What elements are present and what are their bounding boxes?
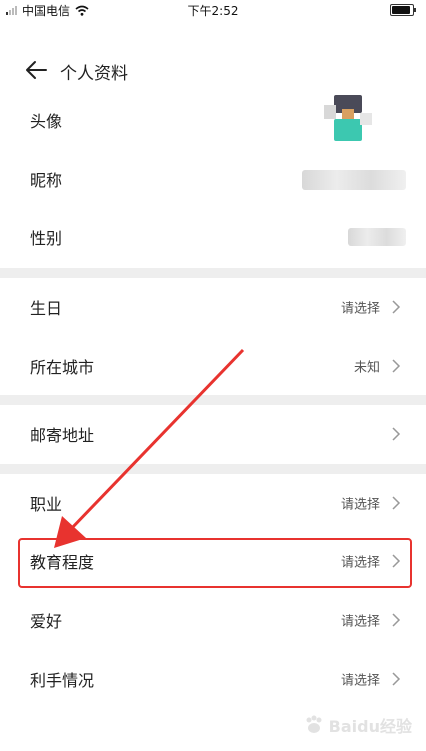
nav-header: 个人资料: [0, 50, 426, 90]
row-label-occupation: 职业: [30, 495, 63, 514]
row-birthday[interactable]: 生日 请选择: [0, 278, 426, 336]
row-label-gender: 性别: [30, 229, 63, 248]
row-label-hobby: 爱好: [30, 612, 63, 631]
avatar[interactable]: [324, 95, 372, 143]
row-education[interactable]: 教育程度 请选择: [0, 532, 426, 590]
row-label-nickname: 昵称: [30, 171, 63, 190]
chevron-right-icon: [392, 300, 401, 314]
back-arrow-icon[interactable]: [22, 58, 52, 82]
row-label-education: 教育程度: [30, 553, 95, 572]
status-bar: 中国电信 下午2:52: [0, 0, 426, 20]
section-divider: [0, 395, 426, 405]
section-divider: [0, 268, 426, 278]
page-title: 个人资料: [60, 64, 128, 84]
chevron-right-icon: [392, 496, 401, 510]
chevron-right-icon: [392, 613, 401, 627]
row-hobby[interactable]: 爱好 请选择: [0, 591, 426, 649]
chevron-right-icon: [392, 427, 401, 441]
gender-value-blurred: [348, 228, 406, 246]
nickname-value-blurred: [302, 170, 406, 190]
row-value-hobby: 请选择: [340, 614, 380, 630]
row-city[interactable]: 所在城市 未知: [0, 337, 426, 395]
chevron-right-icon: [392, 554, 401, 568]
chevron-right-icon: [392, 672, 401, 686]
row-handedness[interactable]: 利手情况 请选择: [0, 650, 426, 708]
chevron-right-icon: [392, 359, 401, 373]
watermark-text: Baidu经验: [328, 717, 412, 736]
row-label-address: 邮寄地址: [30, 426, 95, 445]
baidu-paw-icon: [306, 715, 322, 733]
row-value-handedness: 请选择: [340, 673, 380, 689]
row-label-avatar: 头像: [30, 112, 63, 131]
row-occupation[interactable]: 职业 请选择: [0, 474, 426, 532]
row-value-birthday: 请选择: [340, 301, 380, 317]
row-value-city: 未知: [353, 360, 380, 376]
row-value-education: 请选择: [340, 555, 380, 571]
watermark: Baidu经验: [303, 713, 412, 737]
battery-icon: [390, 4, 416, 16]
row-label-handedness: 利手情况: [30, 671, 95, 690]
row-mailing-address[interactable]: 邮寄地址: [0, 405, 426, 463]
row-label-city: 所在城市: [30, 358, 95, 377]
section-divider: [0, 464, 426, 474]
row-value-occupation: 请选择: [340, 497, 380, 513]
row-label-birthday: 生日: [30, 299, 63, 318]
clock: 下午2:52: [187, 4, 239, 18]
